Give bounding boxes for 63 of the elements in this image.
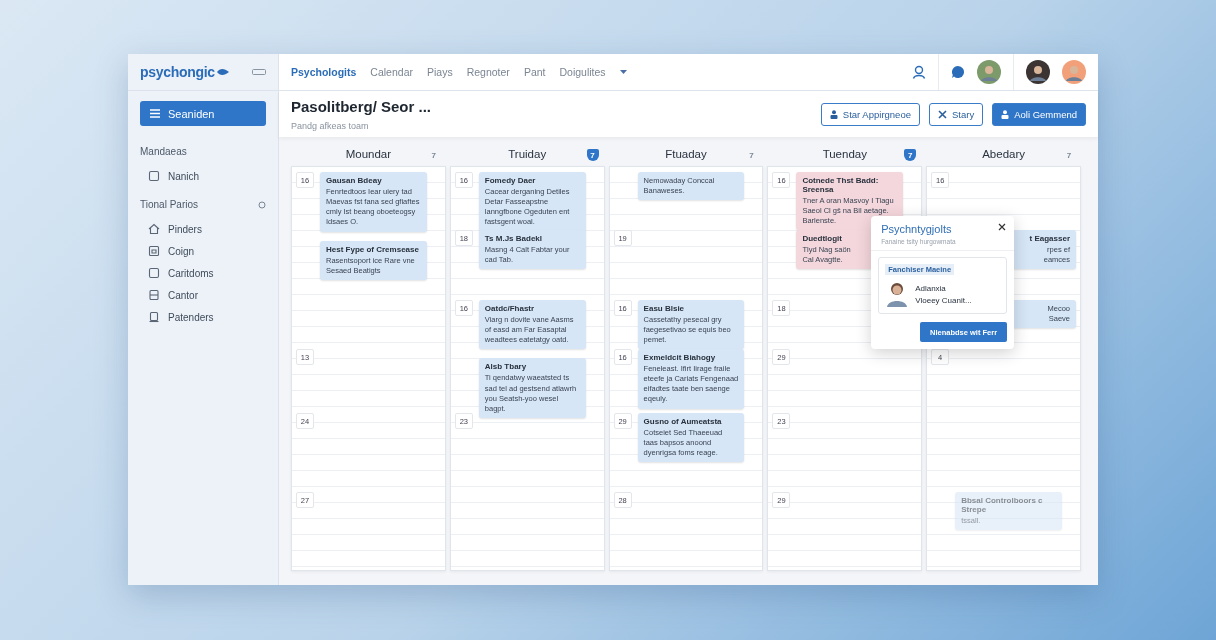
event-title: Gusno of Aumeatsta bbox=[643, 417, 723, 426]
sidebar-item[interactable]: Patenders bbox=[128, 306, 278, 328]
person-name: Adlanxia bbox=[915, 283, 947, 293]
day-number: 7 bbox=[904, 149, 917, 161]
avatar[interactable] bbox=[1026, 60, 1050, 84]
event-title: Ts M.Js Badekl bbox=[484, 234, 543, 243]
home-icon bbox=[148, 223, 160, 235]
sidebar-item[interactable]: Pinders bbox=[128, 218, 278, 240]
day-heading: Moundar bbox=[345, 147, 392, 160]
collapse-icon[interactable] bbox=[252, 69, 266, 75]
section-heading: Mandaeas bbox=[140, 146, 187, 157]
event-title: Bbsal Controlboors c Strepe bbox=[961, 496, 1044, 514]
day-heading: Tuenday bbox=[822, 147, 867, 160]
caret-icon[interactable] bbox=[619, 69, 627, 75]
close-icon bbox=[937, 109, 947, 119]
person-icon bbox=[829, 109, 838, 119]
frame-icon bbox=[148, 245, 160, 257]
event-title: Cotnede Thst Badd: Sreensa bbox=[802, 176, 880, 194]
day-heading: Truiday bbox=[508, 147, 547, 160]
header-button[interactable]: Aoli Gemmend bbox=[992, 102, 1086, 126]
section-heading: Tional Parios bbox=[140, 199, 198, 210]
nav-link[interactable]: Regnoter bbox=[466, 66, 510, 78]
page-title: Pasolitberg/ Seor ... bbox=[291, 97, 432, 115]
event-title: Hest Fype of Cremsease bbox=[326, 244, 420, 254]
sidebar-item[interactable]: Caritdoms bbox=[128, 262, 278, 284]
event-title: Duedtlogit bbox=[802, 234, 843, 243]
sidebar-item[interactable]: Nanich bbox=[128, 165, 278, 187]
nav-link[interactable]: Piays bbox=[427, 66, 453, 78]
event-title: Alsb Tbary bbox=[484, 362, 528, 372]
event-title: t Eagasser bbox=[1028, 234, 1070, 243]
nav-link[interactable]: Calendar bbox=[370, 66, 413, 78]
close-icon[interactable] bbox=[998, 223, 1007, 231]
day-number: 7 bbox=[430, 149, 437, 161]
event-title: Gausan Bdeay bbox=[326, 176, 383, 185]
user-icon[interactable] bbox=[912, 65, 926, 79]
day-heading: Ftuaday bbox=[665, 147, 707, 160]
sidebar-item[interactable]: Cantor bbox=[128, 284, 278, 306]
square-icon bbox=[148, 267, 160, 279]
document-icon bbox=[148, 311, 160, 323]
sidebar-item[interactable]: Coign bbox=[128, 240, 278, 262]
square-icon bbox=[148, 170, 160, 182]
panel-icon bbox=[148, 289, 160, 301]
header-button[interactable]: Stary bbox=[928, 102, 984, 126]
nav-link[interactable]: Pant bbox=[523, 66, 546, 78]
person-icon bbox=[1001, 109, 1010, 119]
event-title: Easu Blsie bbox=[643, 304, 686, 313]
menu-icon bbox=[150, 109, 160, 118]
page-subtitle: Pandg afkeas toam bbox=[291, 120, 370, 131]
event-title: Exmeldcit Biahogy bbox=[643, 353, 717, 362]
nav-link[interactable]: Doigulites bbox=[559, 66, 606, 78]
chat-icon[interactable] bbox=[951, 65, 965, 79]
person-avatar bbox=[885, 281, 910, 307]
day-number: 7 bbox=[1065, 149, 1073, 161]
event-title: Fomedy Daer bbox=[484, 176, 537, 185]
day-number: 7 bbox=[748, 149, 755, 161]
brand-logo: psychongic bbox=[140, 64, 229, 80]
header-button[interactable]: Star Appirgneoe bbox=[820, 102, 920, 126]
nav-link[interactable]: Psychologits bbox=[291, 66, 357, 78]
circle-icon[interactable] bbox=[258, 200, 266, 209]
sidebar-primary-button[interactable]: Seaniden bbox=[140, 101, 266, 126]
event-title: Oatdc/Fhastr bbox=[484, 304, 536, 313]
day-heading: Abedary bbox=[982, 147, 1025, 160]
day-number: 7 bbox=[586, 149, 599, 161]
